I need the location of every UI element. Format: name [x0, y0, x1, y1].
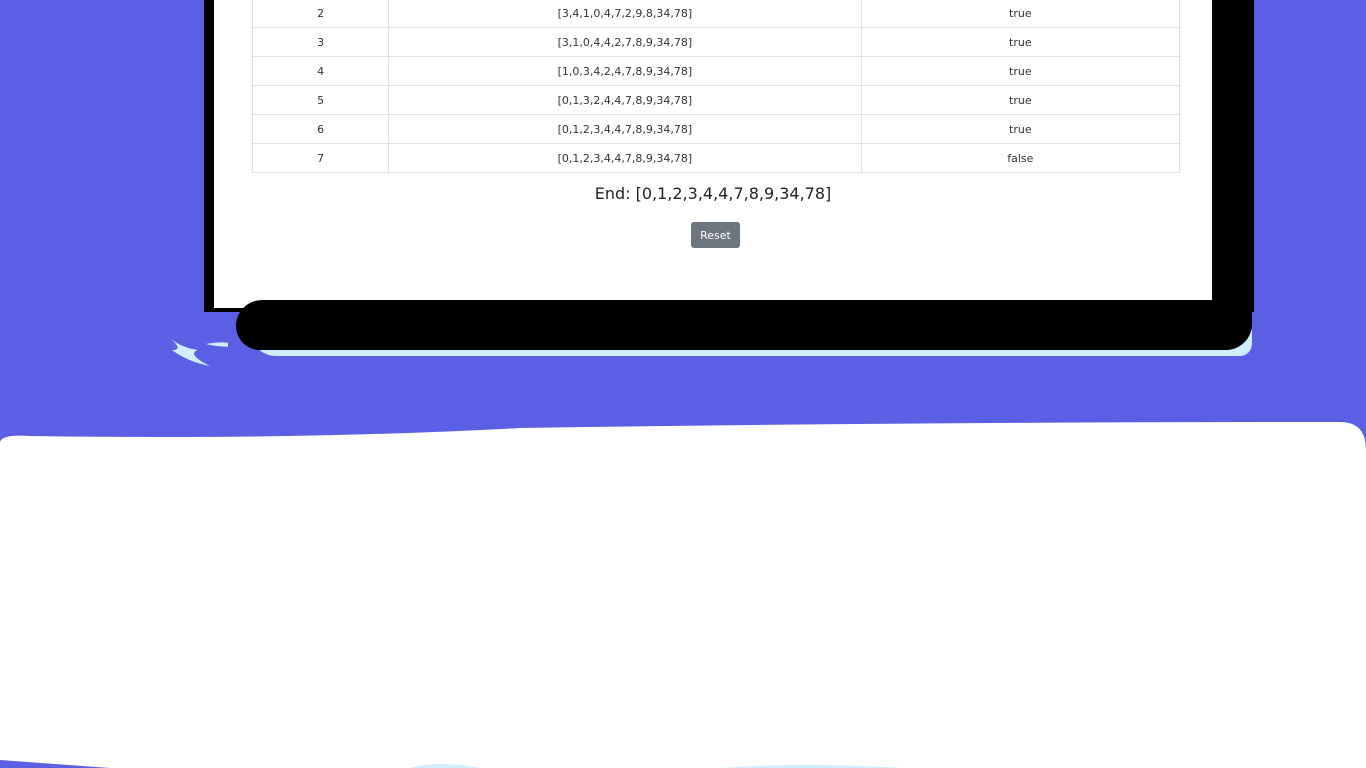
end-result-text: End: [0,1,2,3,4,4,7,8,9,34,78] [594, 184, 832, 203]
table-row: 2 [3,4,1,0,4,7,2,9,8,34,78] true [251, 0, 1181, 28]
array-cell: [0,1,3,2,4,4,7,8,9,34,78] [388, 85, 862, 115]
swapped-cell: true [860, 27, 1181, 57]
table-row: 5 [0,1,3,2,4,4,7,8,9,34,78] true [251, 85, 1181, 115]
step-cell: 2 [251, 0, 390, 28]
step-cell: 5 [251, 85, 390, 115]
swapped-cell: true [860, 114, 1181, 144]
step-cell: 7 [251, 143, 390, 173]
swapped-cell: true [860, 85, 1181, 115]
array-cell: [3,1,0,4,4,2,7,8,9,34,78] [388, 27, 862, 57]
swapped-cell: true [860, 56, 1181, 86]
table-row: 6 [0,1,2,3,4,4,7,8,9,34,78] true [251, 114, 1181, 144]
step-cell: 3 [251, 27, 390, 57]
table-row: 4 [1,0,3,4,2,4,7,8,9,34,78] true [251, 56, 1181, 86]
array-cell: [1,0,3,4,2,4,7,8,9,34,78] [388, 56, 862, 86]
frame-bottom-stroke [236, 300, 1252, 350]
steps-table: 2 [3,4,1,0,4,7,2,9,8,34,78] true 3 [3,1,… [251, 0, 1181, 173]
array-cell: [0,1,2,3,4,4,7,8,9,34,78] [388, 114, 862, 144]
array-cell: [3,4,1,0,4,7,2,9,8,34,78] [388, 0, 862, 28]
canvas: 2 [3,4,1,0,4,7,2,9,8,34,78] true 3 [3,1,… [0, 0, 1366, 768]
step-cell: 6 [251, 114, 390, 144]
steps-table-container: 2 [3,4,1,0,4,7,2,9,8,34,78] true 3 [3,1,… [251, 0, 1181, 173]
array-cell: [0,1,2,3,4,4,7,8,9,34,78] [388, 143, 862, 173]
swapped-cell: false [860, 143, 1181, 173]
step-cell: 4 [251, 56, 390, 86]
reset-button[interactable]: Reset [691, 222, 740, 248]
table-row: 7 [0,1,2,3,4,4,7,8,9,34,78] false [251, 143, 1181, 173]
table-row: 3 [3,1,0,4,4,2,7,8,9,34,78] true [251, 27, 1181, 57]
swapped-cell: true [860, 0, 1181, 28]
bottom-white-area [0, 420, 1366, 768]
